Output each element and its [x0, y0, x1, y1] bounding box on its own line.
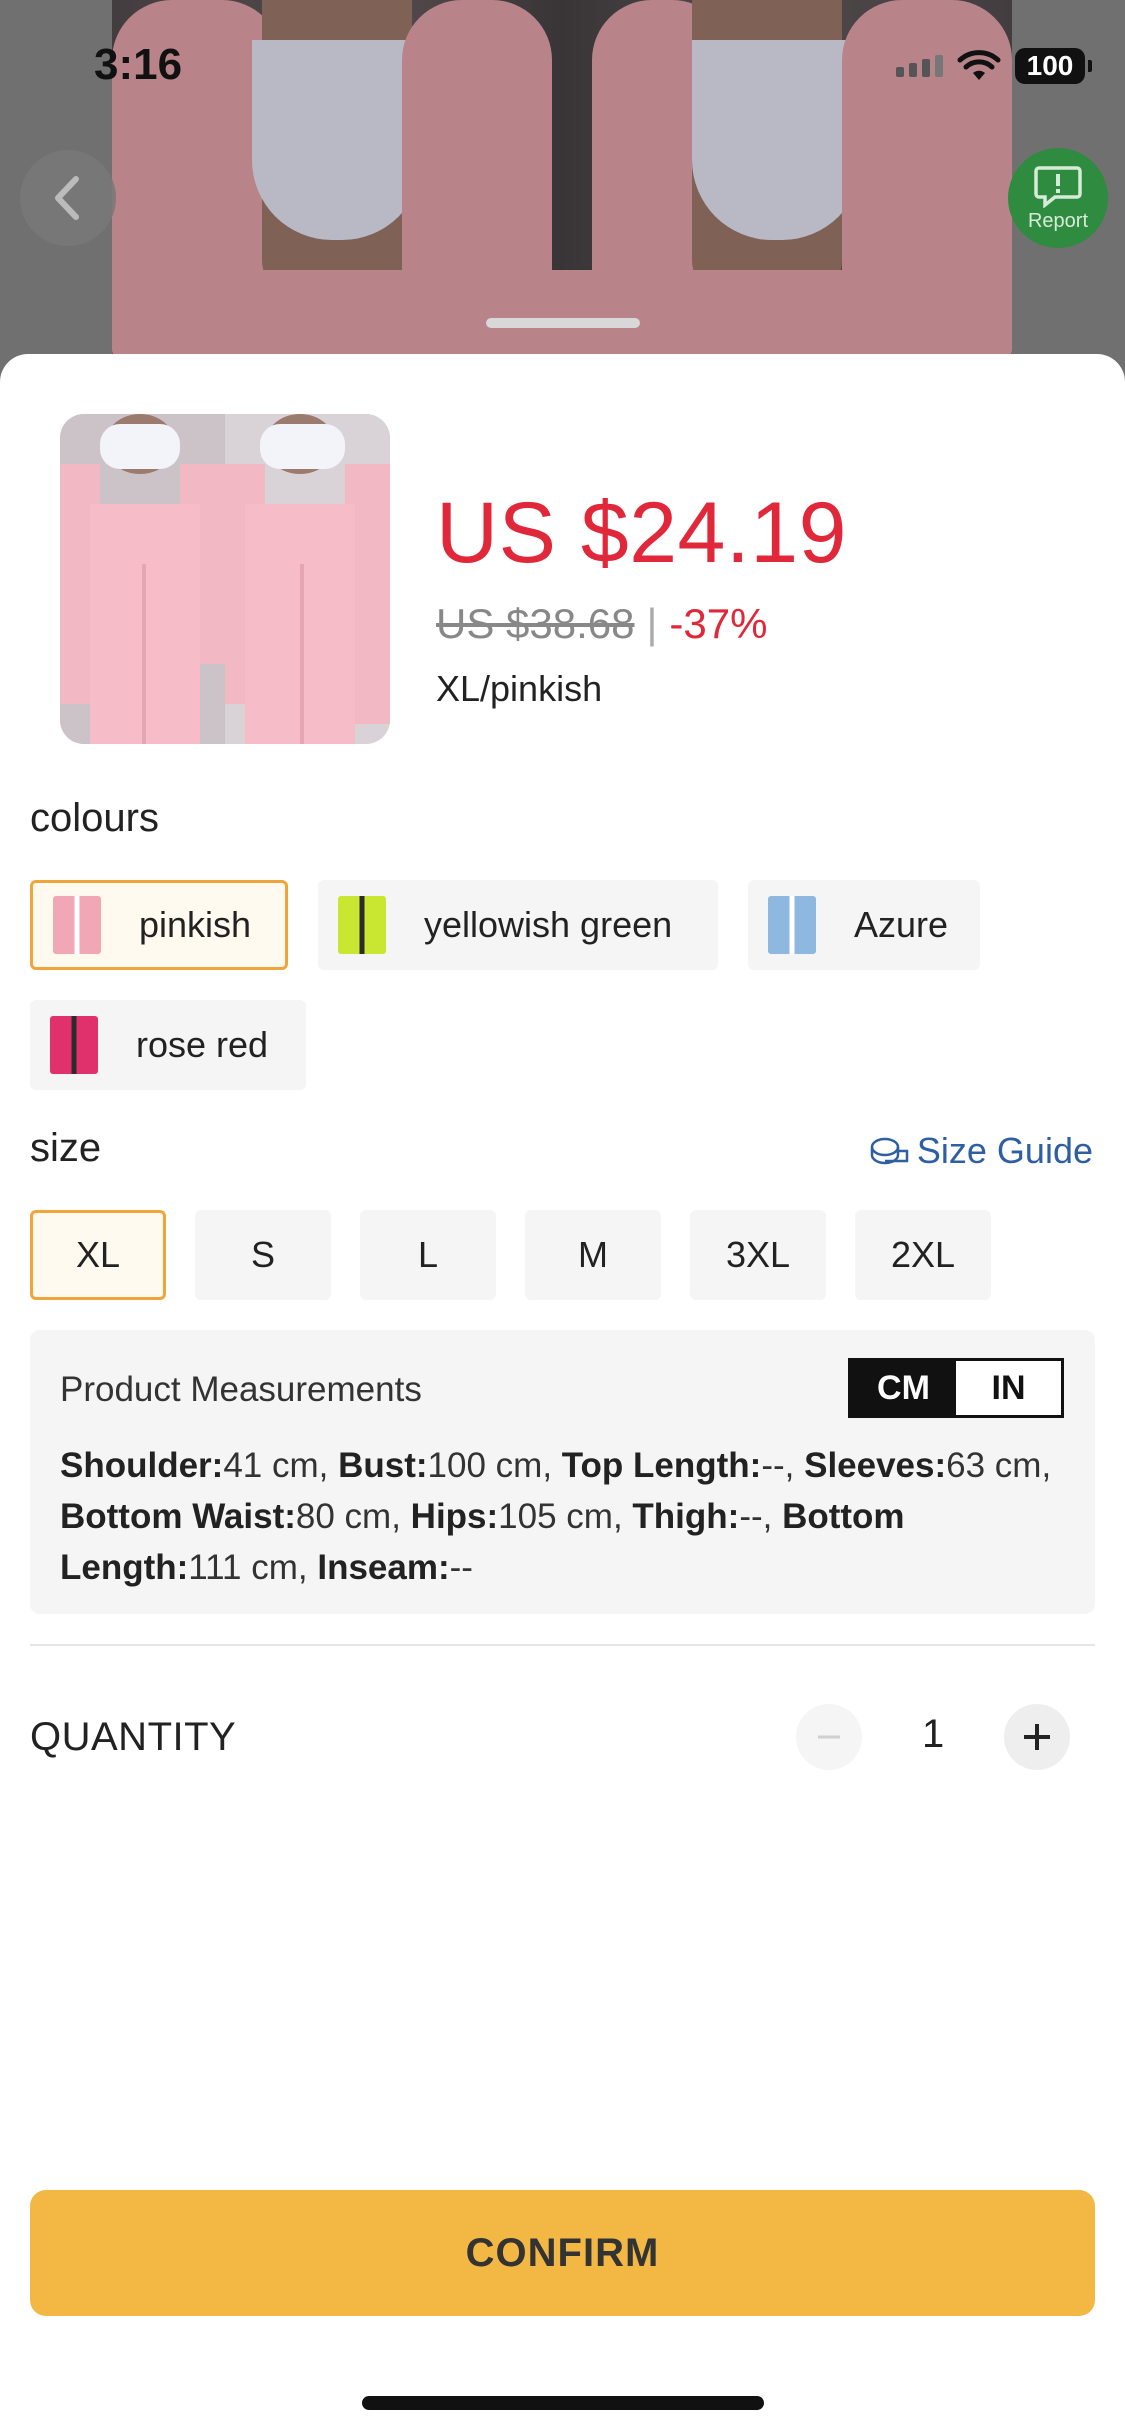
measure-value: 105 cm — [498, 1497, 613, 1536]
unit-toggle: CM IN — [848, 1358, 1064, 1418]
current-price: US $24.19 — [436, 485, 847, 581]
report-label: Report — [1027, 209, 1089, 232]
size-title: size — [30, 1126, 102, 1170]
selected-variant: XL/pinkish — [436, 668, 603, 709]
colour-option-label: rose red — [136, 1024, 269, 1065]
colour-option-rose-red[interactable]: rose red — [30, 1000, 306, 1090]
colour-option-label: pinkish — [139, 904, 252, 945]
measure-value: 63 cm — [946, 1446, 1042, 1485]
divider — [30, 1644, 1095, 1646]
measure-value: -- — [761, 1446, 785, 1485]
report-button[interactable]: Report — [1008, 148, 1108, 248]
signal-icon — [896, 55, 943, 77]
status-icons: 100 — [896, 48, 1092, 84]
colour-swatch-azure — [768, 896, 816, 954]
colour-option-pinkish[interactable]: pinkish — [30, 880, 288, 970]
quantity-label: QUANTITY — [30, 1715, 237, 1759]
discount-badge: -37% — [669, 600, 768, 647]
colour-option-azure[interactable]: Azure — [748, 880, 980, 970]
confirm-button[interactable]: CONFIRM — [30, 2190, 1095, 2316]
size-option-3xl[interactable]: 3XL — [690, 1210, 826, 1300]
size-option-l[interactable]: L — [360, 1210, 496, 1300]
price-details: US $38.68 | -37% — [436, 600, 767, 648]
status-time: 3:16 — [94, 40, 183, 89]
measurements-title: Product Measurements — [60, 1370, 422, 1409]
measure-value: -- — [739, 1497, 763, 1536]
product-thumbnail-image — [60, 414, 390, 744]
quantity-increase-button[interactable] — [1004, 1704, 1070, 1770]
measure-name: Sleeves: — [804, 1446, 947, 1485]
quantity-value: 1 — [922, 1712, 945, 1756]
measure-name: Bottom Waist: — [60, 1497, 296, 1536]
colour-swatch-rose-red — [50, 1016, 98, 1074]
price-separator: | — [646, 600, 658, 647]
sheet-grabber[interactable] — [486, 318, 640, 328]
original-price: US $38.68 — [436, 600, 635, 647]
product-measurements-panel: Product Measurements CM IN Shoulder:41 c… — [30, 1330, 1095, 1614]
size-option-m[interactable]: M — [525, 1210, 661, 1300]
battery-icon: 100 — [1015, 48, 1092, 84]
measuring-tape-icon — [870, 1137, 909, 1165]
colour-option-yellowish-green[interactable]: yellowish green — [318, 880, 718, 970]
measure-value: -- — [449, 1548, 473, 1587]
measure-name: Thigh: — [632, 1497, 740, 1536]
measure-value: 41 cm — [223, 1446, 319, 1485]
measure-name: Hips: — [410, 1497, 499, 1536]
size-guide-label: Size Guide — [916, 1130, 1093, 1171]
colour-swatch-yellowish-green — [338, 896, 386, 954]
product-thumbnail — [60, 414, 390, 744]
chevron-left-icon — [55, 176, 79, 220]
unit-cm-button[interactable]: CM — [851, 1361, 956, 1415]
measurements-text: Shoulder:41 cm, Bust:100 cm, Top Length:… — [60, 1446, 1052, 1587]
colours-title: colours — [30, 796, 159, 840]
size-option-s[interactable]: S — [195, 1210, 331, 1300]
size-guide-link[interactable]: Size Guide — [869, 1130, 1093, 1172]
home-indicator — [362, 2396, 764, 2410]
report-icon — [1034, 165, 1082, 208]
colour-swatch-pinkish — [53, 896, 101, 954]
minus-icon — [818, 1735, 840, 1739]
size-option-xl[interactable]: XL — [30, 1210, 166, 1300]
measure-name: Shoulder: — [60, 1446, 224, 1485]
unit-in-button[interactable]: IN — [956, 1361, 1061, 1415]
plus-icon — [1024, 1724, 1050, 1750]
size-option-2xl[interactable]: 2XL — [855, 1210, 991, 1300]
colour-option-label: Azure — [854, 904, 949, 945]
measure-value: 100 cm — [427, 1446, 543, 1485]
measure-name: Top Length: — [561, 1446, 762, 1485]
measure-value: 111 cm — [188, 1548, 298, 1587]
quantity-decrease-button[interactable] — [796, 1704, 862, 1770]
wifi-icon — [957, 50, 1001, 80]
measure-name: Inseam: — [317, 1548, 450, 1587]
measure-name: Bust: — [338, 1446, 428, 1485]
back-button[interactable] — [20, 150, 116, 246]
colour-option-label: yellowish green — [424, 904, 673, 945]
measure-value: 80 cm — [295, 1497, 392, 1536]
